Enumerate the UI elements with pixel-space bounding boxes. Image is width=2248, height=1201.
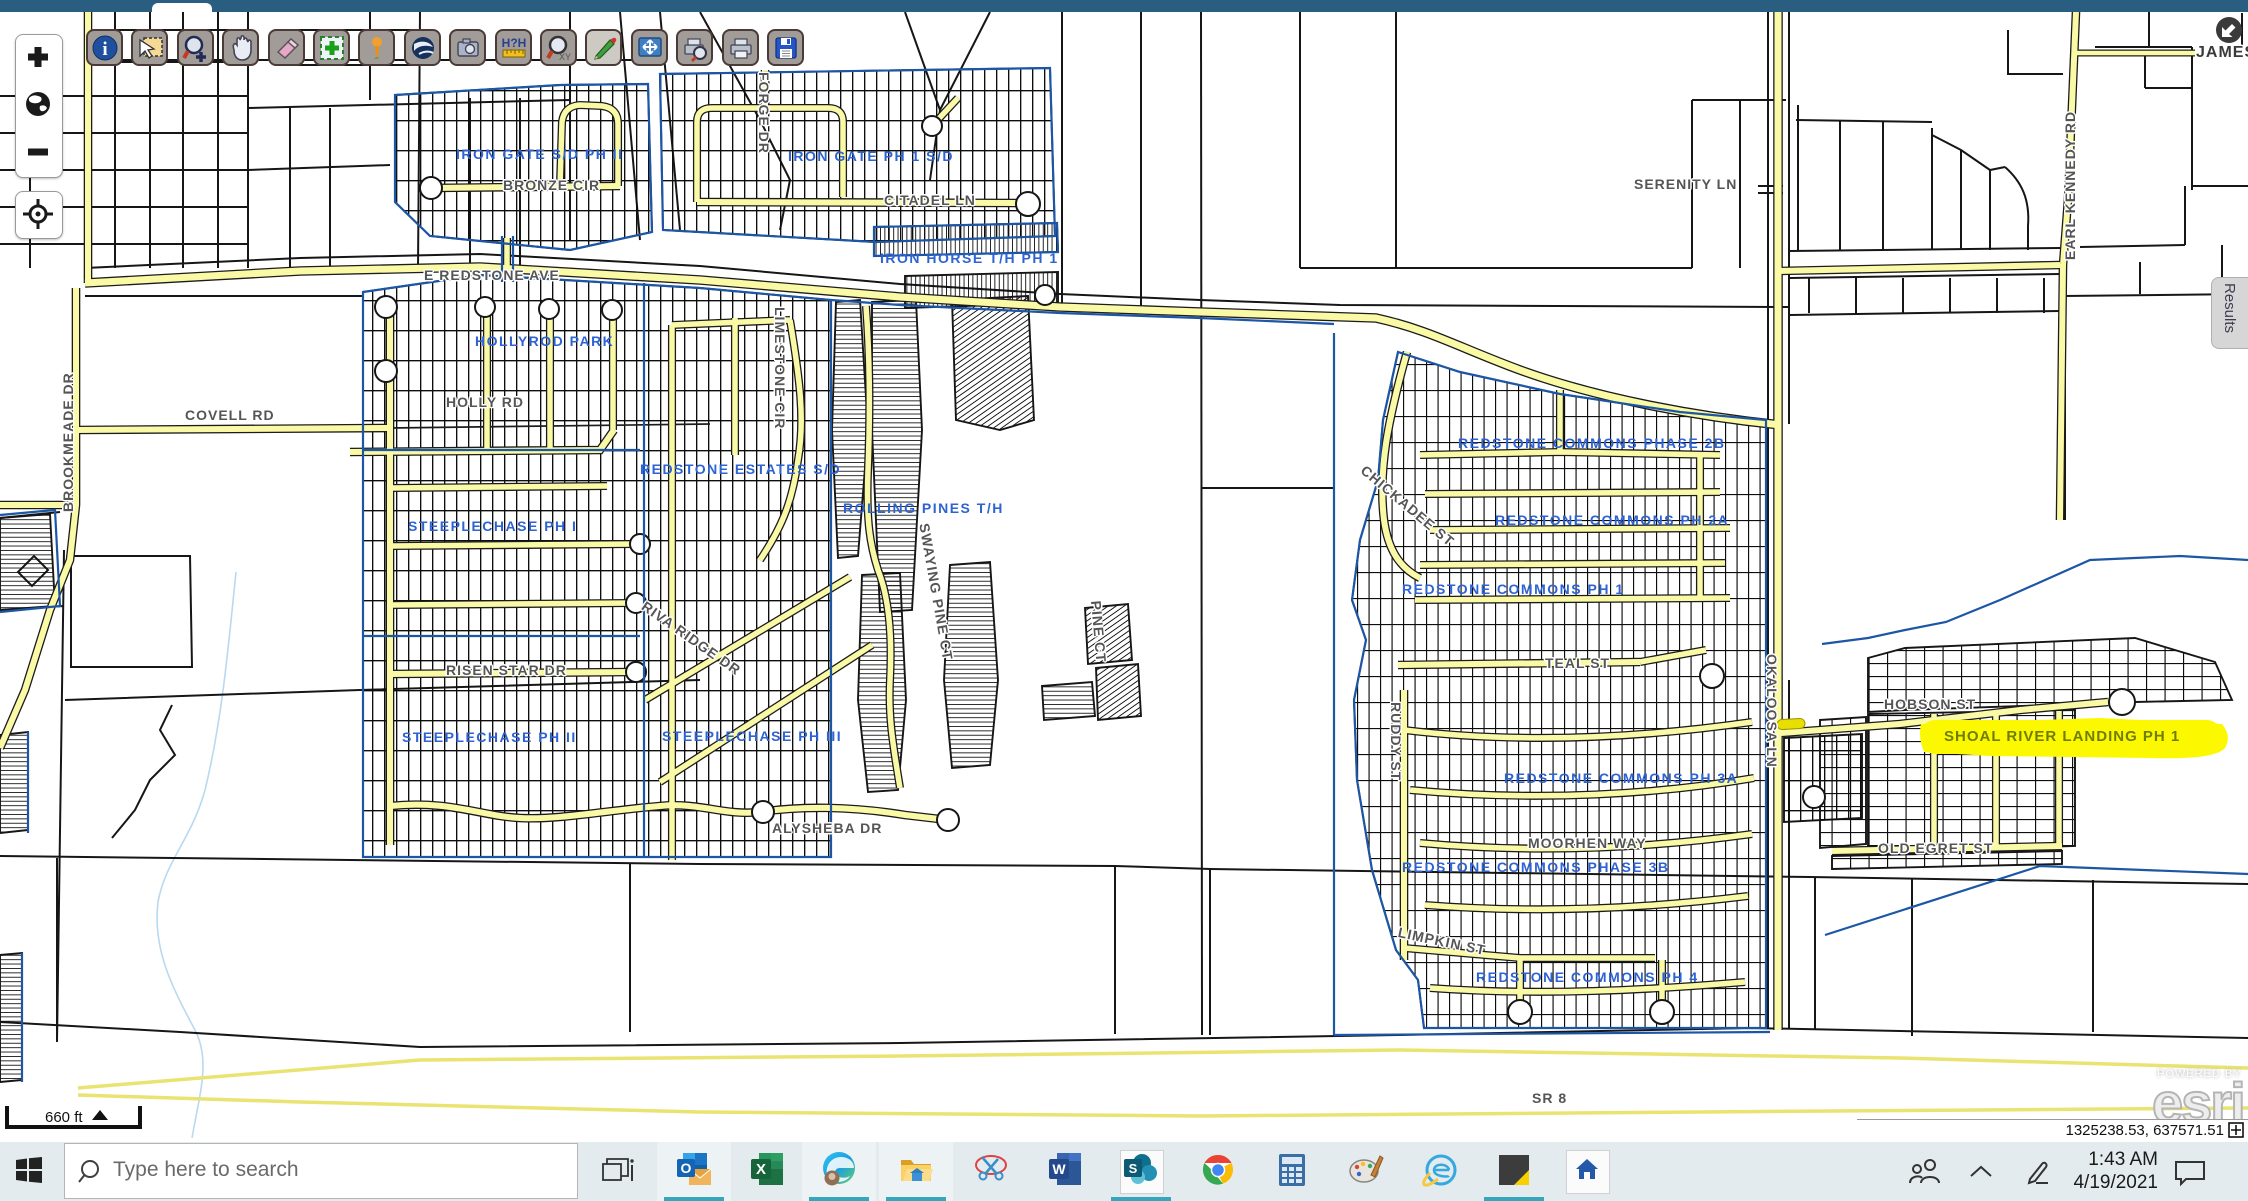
svg-text:XY: XY [558,52,570,62]
svg-text:H?H: H?H [501,36,526,50]
svg-text:X: X [756,1161,766,1178]
svg-text:O: O [681,1160,692,1176]
svg-text:660 ft: 660 ft [45,1109,83,1126]
svg-text:W: W [1052,1161,1066,1177]
svg-text:i: i [102,39,107,60]
svg-text:S: S [1129,1161,1138,1176]
